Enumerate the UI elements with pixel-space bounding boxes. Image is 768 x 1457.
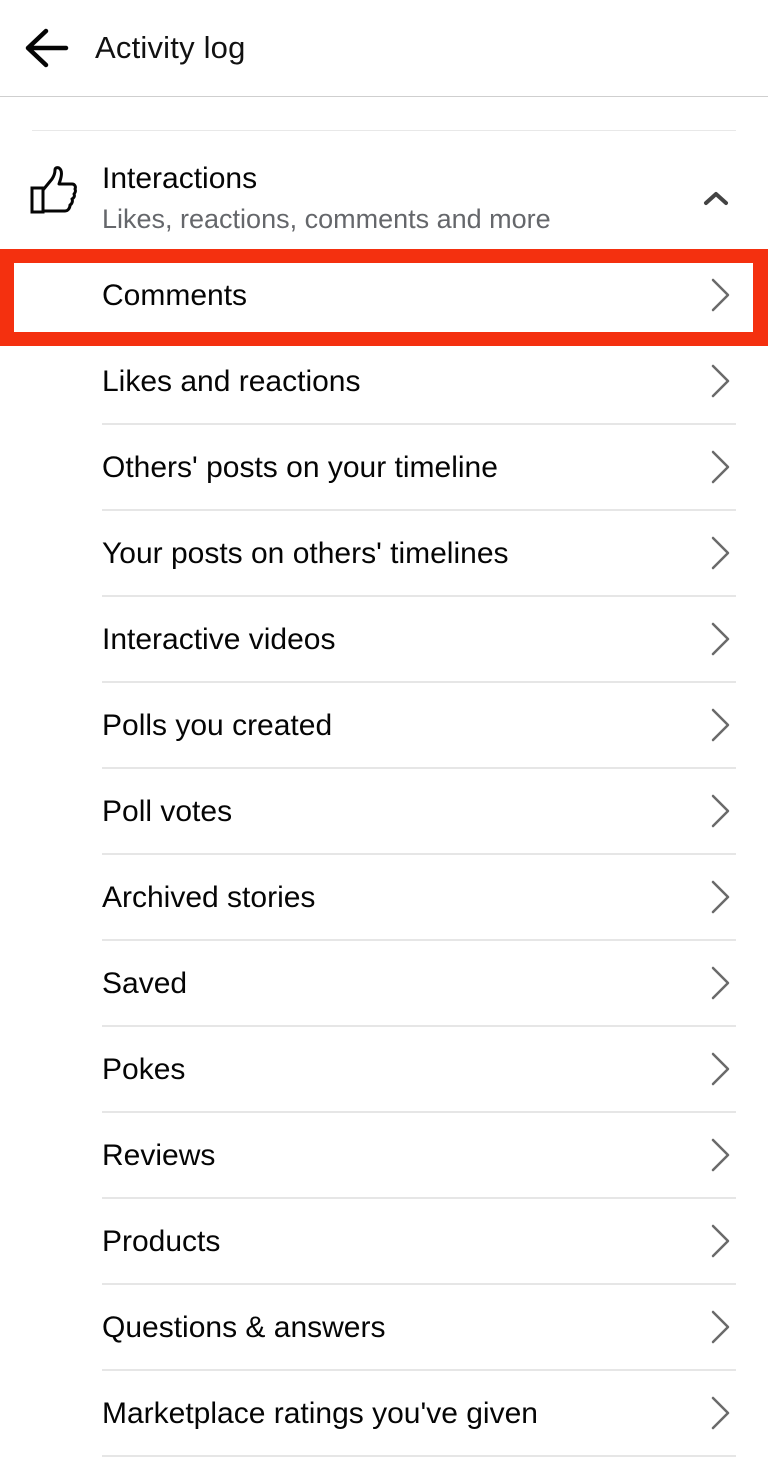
chevron-right-icon: [711, 1052, 730, 1086]
thumbs-up-icon: [30, 166, 77, 214]
list-item-label: Your posts on others' timelines: [102, 537, 509, 570]
interactions-list: Comments Likes and reactions Others' posts…: [0, 253, 768, 1457]
list-item[interactable]: Saved: [0, 941, 768, 1027]
list-item-label: Interactive videos: [102, 623, 336, 656]
list-item[interactable]: Polls you created: [0, 683, 768, 769]
chevron-right-icon: [711, 794, 730, 828]
list-item[interactable]: Interactive videos: [0, 597, 768, 683]
list-item-label: Reviews: [102, 1139, 216, 1172]
list-item[interactable]: Likes and reactions: [0, 339, 768, 425]
back-button[interactable]: [22, 26, 70, 70]
list-item[interactable]: Your posts on others' timelines: [0, 511, 768, 597]
list-item[interactable]: Questions & answers: [0, 1285, 768, 1371]
chevron-right-icon: [711, 450, 730, 484]
list-item[interactable]: Others' posts on your timeline: [0, 425, 768, 511]
app-header: Activity log: [0, 0, 768, 97]
section-subtitle: Likes, reactions, comments and more: [102, 204, 551, 234]
list-item[interactable]: Comments: [0, 253, 768, 339]
list-item-label: Questions & answers: [102, 1311, 386, 1344]
list-item[interactable]: Reviews: [0, 1113, 768, 1199]
list-item-label: Others' posts on your timeline: [102, 451, 498, 484]
chevron-up-icon: [704, 192, 728, 205]
list-item-label: Pokes: [102, 1053, 186, 1086]
arrow-left-icon: [25, 28, 69, 68]
list-item-label: Marketplace ratings you've given: [102, 1397, 538, 1430]
list-item-label: Saved: [102, 967, 188, 1000]
page-title: Activity log: [95, 30, 246, 65]
list-item-label: Poll votes: [102, 795, 233, 828]
divider: [32, 130, 736, 131]
list-item-label: Polls you created: [102, 709, 333, 742]
list-item[interactable]: Marketplace ratings you've given: [0, 1371, 768, 1457]
list-item[interactable]: Pokes: [0, 1027, 768, 1113]
chevron-right-icon: [711, 536, 730, 570]
list-item[interactable]: Poll votes: [0, 769, 768, 855]
list-item-label: Archived stories: [102, 881, 316, 914]
chevron-right-icon: [711, 966, 730, 1000]
chevron-right-icon: [711, 1224, 730, 1258]
chevron-right-icon: [711, 622, 730, 656]
list-item-label: Likes and reactions: [102, 365, 361, 398]
chevron-right-icon: [711, 1310, 730, 1344]
chevron-right-icon: [711, 278, 730, 312]
chevron-right-icon: [711, 1396, 730, 1430]
chevron-right-icon: [711, 880, 730, 914]
list-item[interactable]: Products: [0, 1199, 768, 1285]
chevron-right-icon: [711, 708, 730, 742]
section-title: Interactions: [102, 162, 258, 195]
list-item[interactable]: Archived stories: [0, 855, 768, 941]
chevron-right-icon: [711, 364, 730, 398]
list-item-label: Products: [102, 1225, 221, 1258]
chevron-right-icon: [711, 1138, 730, 1172]
list-item-label: Comments: [102, 279, 248, 312]
collapse-button[interactable]: [700, 186, 732, 210]
